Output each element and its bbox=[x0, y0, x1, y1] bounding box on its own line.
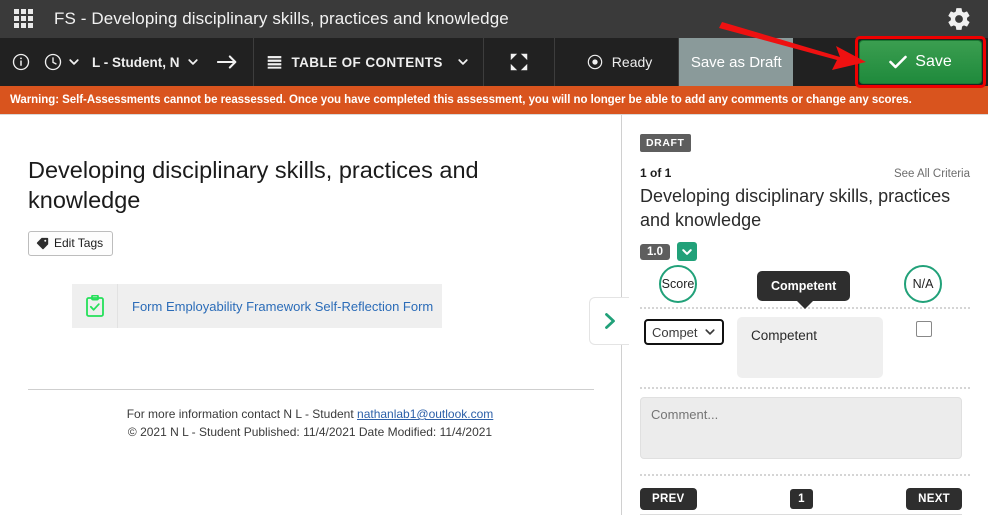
edit-tags-label: Edit Tags bbox=[54, 236, 104, 250]
criterion-title: Developing disciplinary skills, practice… bbox=[640, 186, 951, 230]
page-number[interactable]: 1 bbox=[790, 489, 813, 509]
criteria-header-row: 1 of 1 See All Criteria bbox=[640, 166, 970, 180]
expand-criteria-button[interactable] bbox=[589, 297, 629, 345]
clipboard-check-icon bbox=[85, 295, 104, 317]
clock-icon bbox=[44, 53, 62, 71]
arrow-right-icon bbox=[216, 55, 236, 69]
points-row: 1.0 bbox=[640, 242, 970, 261]
content-divider bbox=[28, 389, 594, 390]
left-content-pane: Developing disciplinary skills, practice… bbox=[0, 115, 629, 515]
page-title: FS - Developing disciplinary skills, pra… bbox=[54, 9, 509, 28]
scoring-controls-row: Compet Competent Competent bbox=[640, 271, 970, 385]
stack-list-icon bbox=[267, 56, 281, 69]
chevron-down-icon bbox=[187, 59, 198, 65]
body-container: Developing disciplinary skills, practice… bbox=[0, 114, 988, 515]
assessment-page: FS - Developing disciplinary skills, pra… bbox=[0, 0, 988, 515]
next-user-button[interactable] bbox=[209, 38, 254, 86]
level-description-label: Competent bbox=[751, 328, 818, 343]
na-circle: N/A bbox=[904, 265, 942, 303]
score-select-value: Compet bbox=[652, 324, 698, 340]
tag-icon bbox=[36, 237, 49, 249]
toc-label: TABLE OF CONTENTS bbox=[291, 54, 443, 70]
status-indicator[interactable]: Ready bbox=[555, 38, 680, 86]
chevron-down-icon bbox=[458, 59, 468, 65]
target-circle-icon bbox=[587, 54, 603, 70]
chevron-down-icon bbox=[705, 329, 715, 335]
level-tooltip: Competent bbox=[757, 271, 851, 309]
footer-email-link[interactable]: nathanlab1@outlook.com bbox=[357, 407, 493, 421]
footer-copyright: © 2021 N L - Student Published: 11/4/202… bbox=[127, 425, 493, 439]
form-link[interactable]: Form Employability Framework Self-Reflec… bbox=[132, 299, 433, 314]
app-header: FS - Developing disciplinary skills, pra… bbox=[0, 0, 988, 38]
level-description-box[interactable]: Competent bbox=[737, 317, 883, 378]
save-as-draft-button[interactable]: Save as Draft bbox=[679, 38, 794, 86]
check-icon bbox=[889, 55, 908, 69]
status-badge: DRAFT bbox=[640, 134, 691, 152]
criteria-pagination: PREV 1 NEXT bbox=[640, 488, 962, 510]
score-circle: Score bbox=[659, 265, 697, 303]
info-button[interactable] bbox=[0, 38, 39, 86]
see-all-criteria-link[interactable]: See All Criteria bbox=[894, 168, 970, 180]
score-select[interactable]: Compet bbox=[644, 319, 724, 345]
points-badge: 1.0 bbox=[640, 243, 670, 260]
document-title: Developing disciplinary skills, practice… bbox=[28, 157, 479, 213]
divider-dotted-middle bbox=[640, 387, 970, 389]
chevron-down-icon bbox=[69, 59, 79, 65]
status-label: Ready bbox=[611, 54, 653, 70]
chevron-right-icon bbox=[604, 313, 615, 329]
save-button[interactable]: Save bbox=[859, 40, 982, 84]
next-button[interactable]: NEXT bbox=[906, 488, 962, 510]
comment-input[interactable] bbox=[640, 397, 962, 459]
right-assessment-pane: DRAFT 1 of 1 See All Criteria Developing… bbox=[622, 115, 988, 515]
grid-apps-icon[interactable] bbox=[14, 9, 34, 29]
criteria-counter: 1 of 1 bbox=[640, 166, 672, 180]
form-icon-cell bbox=[72, 284, 118, 328]
history-dropdown[interactable] bbox=[39, 38, 86, 86]
chevron-down-icon bbox=[682, 248, 692, 255]
info-circle-icon bbox=[12, 53, 30, 71]
user-label: L - Student, N bbox=[92, 54, 180, 70]
table-of-contents-button[interactable]: TABLE OF CONTENTS bbox=[254, 38, 484, 86]
fullscreen-expand-icon bbox=[510, 53, 528, 71]
footer-contact-line: For more information contact N L - Stude… bbox=[0, 405, 620, 423]
points-expand-button[interactable] bbox=[677, 242, 697, 261]
divider-dotted-bottom bbox=[640, 474, 970, 476]
prev-button[interactable]: PREV bbox=[640, 488, 697, 510]
na-checkbox[interactable] bbox=[916, 321, 932, 337]
edit-tags-button[interactable]: Edit Tags bbox=[28, 231, 114, 256]
save-button-label: Save bbox=[915, 53, 952, 70]
fullscreen-button[interactable] bbox=[484, 38, 555, 86]
footer-contact-prefix: For more information contact N L - Stude… bbox=[126, 407, 358, 421]
footer-info: For more information contact N L - Stude… bbox=[0, 405, 620, 441]
form-attachment-row[interactable]: Form Employability Framework Self-Reflec… bbox=[72, 284, 442, 328]
warning-banner: Warning: Self-Assessments cannot be reas… bbox=[0, 86, 988, 114]
toolbar: L - Student, N TABLE OF CONTENTS Ready S… bbox=[0, 38, 988, 86]
gear-icon[interactable] bbox=[946, 6, 972, 32]
user-selector[interactable]: L - Student, N bbox=[86, 38, 209, 86]
